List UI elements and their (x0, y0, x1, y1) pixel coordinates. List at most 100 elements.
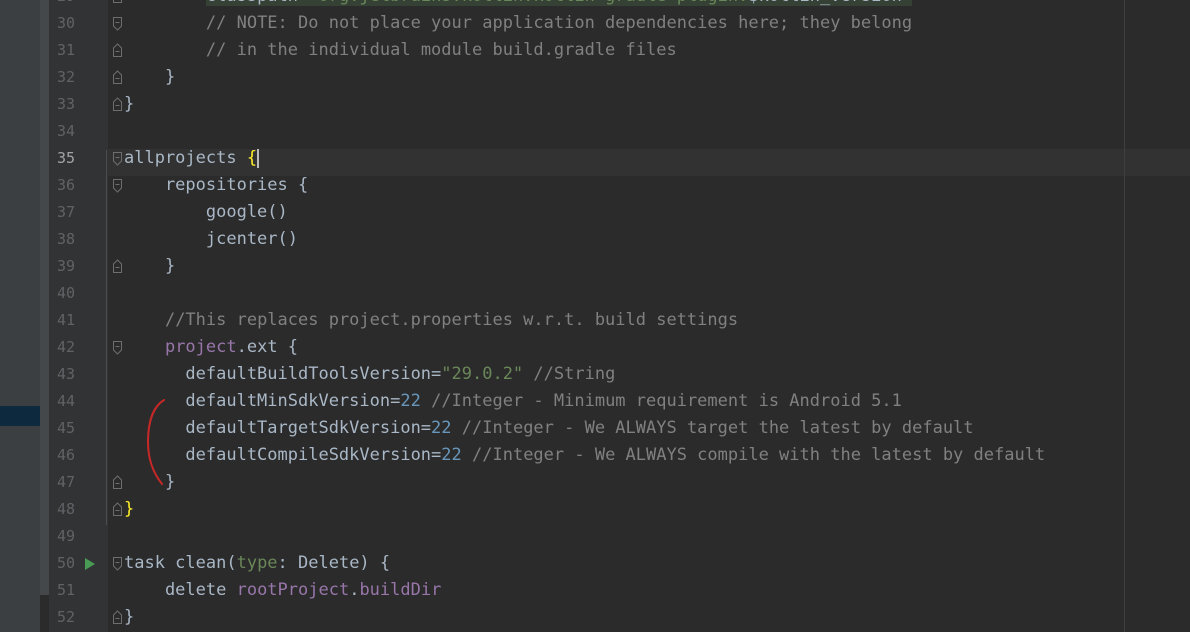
code-line[interactable]: 49 (0, 523, 1190, 550)
code-text[interactable]: // in the individual module build.gradle… (124, 41, 677, 60)
code-text[interactable]: } (124, 500, 134, 519)
code-text[interactable]: allprojects { (124, 148, 260, 168)
code-text[interactable]: //This replaces project.properties w.r.t… (124, 311, 738, 330)
code-line[interactable]: 41 //This replaces project.properties w.… (0, 307, 1190, 334)
code-token: "29.0.2" (441, 364, 524, 384)
code-text[interactable]: defaultCompileSdkVersion=22 //Integer - … (124, 446, 1045, 465)
code-token: project (164, 337, 237, 357)
code-line[interactable]: 36 repositories { (0, 172, 1190, 199)
text-caret (257, 149, 260, 168)
line-number: 29 (49, 0, 75, 5)
code-token: defaultTargetSdkVersion= (124, 418, 432, 438)
code-token: } (124, 94, 135, 114)
code-token: $kotlin_version (748, 0, 902, 6)
code-token: : Delete) { (277, 553, 391, 573)
line-number: 33 (56, 95, 75, 113)
code-token: allprojects (124, 148, 247, 168)
code-line[interactable]: 47 } (0, 469, 1190, 496)
code-line[interactable]: 30 // NOTE: Do not place your applicatio… (0, 10, 1190, 37)
code-token: delete (124, 580, 237, 600)
code-text[interactable]: google() (124, 203, 288, 222)
line-number: 50 (56, 554, 75, 572)
code-line[interactable]: 29 classpath "org.jetbrains.kotlin:kotli… (0, 0, 1190, 10)
fold-start-icon[interactable] (112, 556, 123, 571)
code-line[interactable]: 51 delete rootProject.buildDir (0, 577, 1190, 604)
code-token: "org.jetbrains.kotlin:kotlin-gradle-plug… (308, 0, 749, 6)
code-text[interactable]: classpath "org.jetbrains.kotlin:kotlin-g… (124, 0, 913, 6)
code-line[interactable]: 33} (0, 91, 1190, 118)
code-token: } (124, 607, 135, 627)
code-token: } (124, 256, 176, 276)
fold-end-icon[interactable] (112, 259, 123, 274)
code-text[interactable]: } (124, 257, 175, 276)
code-line[interactable]: 52} (0, 604, 1190, 631)
fold-end-icon[interactable] (112, 610, 123, 625)
code-text[interactable]: } (124, 68, 175, 87)
code-line[interactable]: 35 allprojects { (0, 145, 1190, 172)
code-line[interactable]: 32 } (0, 64, 1190, 91)
code-token: buildDir (359, 580, 442, 600)
code-text[interactable]: defaultTargetSdkVersion=22 //Integer - W… (124, 418, 974, 438)
code-line[interactable]: 40 (0, 280, 1190, 307)
code-token: rootProject (236, 580, 350, 600)
code-text[interactable]: defaultMinSdkVersion=22 //Integer - Mini… (124, 391, 901, 411)
code-line[interactable]: 34 (0, 118, 1190, 145)
code-token: classpath (205, 0, 309, 6)
code-token: //Integer - We ALWAYS compile with the l… (472, 445, 1046, 465)
line-number: 47 (56, 473, 75, 491)
code-line[interactable]: 50 task clean(type: Delete) { (0, 550, 1190, 577)
line-number: 48 (56, 500, 75, 518)
fold-start-icon[interactable] (112, 16, 123, 31)
code-line[interactable]: 39 } (0, 253, 1190, 280)
fold-start-icon[interactable] (112, 340, 123, 355)
code-line[interactable]: 45 defaultTargetSdkVersion=22 //Integer … (0, 415, 1190, 442)
line-number: 35 (56, 149, 75, 167)
code-token: { (246, 148, 258, 168)
code-editor-window: 29 classpath "org.jetbrains.kotlin:kotli… (0, 0, 1190, 632)
line-number: 30 (56, 14, 75, 32)
code-text[interactable]: project.ext { (124, 338, 298, 357)
code-line[interactable]: 46 defaultCompileSdkVersion=22 //Integer… (0, 442, 1190, 469)
code-text[interactable]: repositories { (124, 176, 308, 195)
fold-start-icon[interactable] (112, 178, 123, 193)
code-text[interactable]: jcenter() (124, 230, 298, 249)
code-line[interactable]: 44 defaultMinSdkVersion=22 //Integer - M… (0, 388, 1190, 415)
code-token: // in the individual module build.gradle… (205, 40, 677, 60)
annotation-stroke (146, 399, 165, 485)
code-token: repositories { (124, 175, 309, 195)
code-text[interactable]: defaultBuildToolsVersion="29.0.2" //Stri… (124, 365, 615, 384)
code-line[interactable]: 38 jcenter() (0, 226, 1190, 253)
code-token: .ext { (236, 337, 299, 357)
code-token: . (349, 580, 360, 600)
code-line[interactable]: 37 google() (0, 199, 1190, 226)
code-text[interactable]: } (124, 95, 134, 114)
code-token: defaultCompileSdkVersion= (124, 445, 442, 465)
fold-end-icon[interactable] (112, 97, 123, 112)
line-number: 45 (56, 419, 75, 437)
code-text[interactable]: delete rootProject.buildDir (124, 581, 441, 600)
fold-end-icon[interactable] (112, 43, 123, 58)
fold-end-icon[interactable] (112, 0, 123, 4)
code-area[interactable]: 29 classpath "org.jetbrains.kotlin:kotli… (0, 0, 1190, 631)
code-line[interactable]: 48} (0, 496, 1190, 523)
code-token: } (124, 499, 135, 519)
fold-end-icon[interactable] (112, 70, 123, 85)
code-line[interactable]: 31 // in the individual module build.gra… (0, 37, 1190, 64)
code-token: google() (124, 202, 288, 222)
code-token: //Integer - We ALWAYS target the latest … (461, 418, 974, 438)
code-line[interactable]: 42 project.ext { (0, 334, 1190, 361)
fold-end-icon[interactable] (112, 475, 123, 490)
code-text[interactable]: // NOTE: Do not place your application d… (124, 14, 912, 33)
fold-end-icon[interactable] (112, 502, 123, 517)
code-text[interactable]: task clean(type: Delete) { (124, 554, 390, 573)
code-line[interactable]: 43 defaultBuildToolsVersion="29.0.2" //S… (0, 361, 1190, 388)
code-text[interactable]: } (124, 608, 134, 627)
fold-start-icon[interactable] (112, 151, 123, 166)
code-token: 22 (400, 391, 421, 411)
run-task-icon[interactable] (84, 556, 96, 570)
